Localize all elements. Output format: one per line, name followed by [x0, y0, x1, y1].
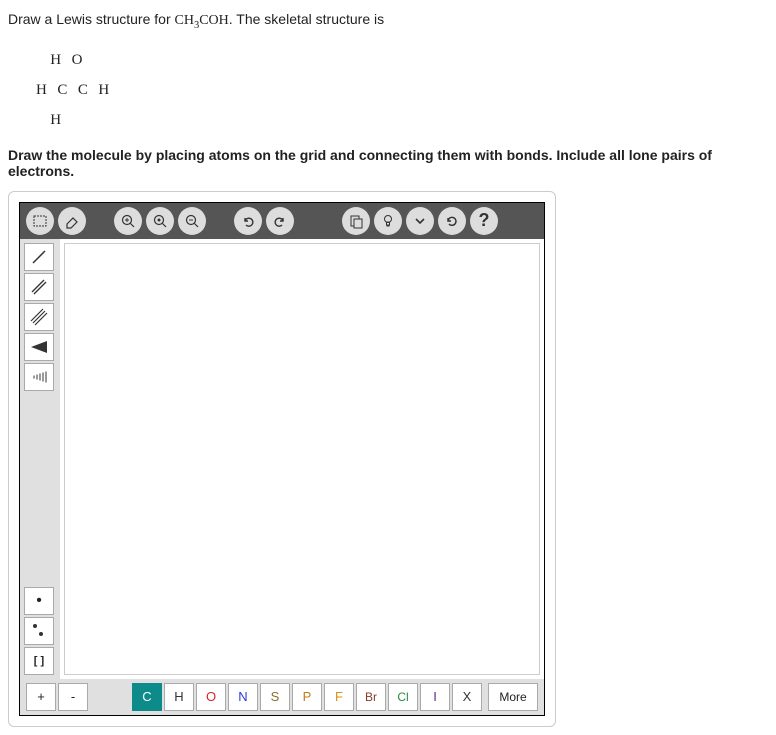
triple-bond-icon [29, 307, 49, 327]
marquee-button[interactable] [26, 207, 54, 235]
side-toolbar: • [ ] [20, 239, 60, 679]
zoom-out-icon [184, 213, 200, 229]
instruction-text: Draw the molecule by placing atoms on th… [8, 147, 768, 179]
paste-button[interactable] [342, 207, 370, 235]
chevron-down-icon [412, 213, 428, 229]
help-icon: ? [479, 210, 490, 231]
lone-pair-single-icon: • [36, 592, 42, 610]
editor-body: • [ ] [20, 239, 544, 679]
question-prefix: Draw a Lewis structure for [8, 11, 175, 27]
skeletal-row-2: H C C H [36, 75, 768, 105]
question-suffix: . The skeletal structure is [229, 11, 384, 27]
toolbar-top: ? [20, 203, 544, 239]
atom-p-button[interactable]: P [292, 683, 322, 711]
triple-bond-button[interactable] [24, 303, 54, 331]
atom-h-button[interactable]: H [164, 683, 194, 711]
wedge-solid-icon [31, 341, 47, 353]
atom-s-button[interactable]: S [260, 683, 290, 711]
skeletal-row-1: H O [36, 45, 768, 75]
reset-button[interactable] [438, 207, 466, 235]
skeletal-row-3: H [36, 105, 768, 135]
atom-n-button[interactable]: N [228, 683, 258, 711]
wedge-hashed-button[interactable] [24, 363, 54, 391]
reset-icon [444, 213, 460, 229]
zoom-in-button[interactable] [114, 207, 142, 235]
bracket-icon: [ ] [34, 655, 44, 667]
hint-icon [380, 213, 396, 229]
atom-x-button[interactable]: X [452, 683, 482, 711]
charge-plus-button[interactable]: + [26, 683, 56, 711]
atom-i-button[interactable]: I [420, 683, 450, 711]
bottom-toolbar: + - C H O N S P F Br Cl I X More [20, 679, 544, 715]
marquee-icon [32, 213, 48, 229]
undo-icon [240, 213, 256, 229]
atom-c-button[interactable]: C [132, 683, 162, 711]
lone-pair-double-button[interactable] [24, 617, 54, 645]
hint-button[interactable] [374, 207, 402, 235]
atom-cl-button[interactable]: Cl [388, 683, 418, 711]
expand-button[interactable] [406, 207, 434, 235]
question-text: Draw a Lewis structure for CH3COH. The s… [8, 8, 768, 35]
undo-button[interactable] [234, 207, 262, 235]
atom-f-button[interactable]: F [324, 683, 354, 711]
bracket-button[interactable]: [ ] [24, 647, 54, 675]
formula: CH3COH [175, 13, 229, 28]
molecule-editor: ? [19, 202, 545, 716]
single-bond-button[interactable] [24, 243, 54, 271]
atom-o-button[interactable]: O [196, 683, 226, 711]
skeletal-structure: H O H C C H H [36, 45, 768, 135]
help-button[interactable]: ? [470, 207, 498, 235]
zoom-fit-button[interactable] [146, 207, 174, 235]
redo-icon [272, 213, 288, 229]
editor-container: ? [8, 191, 556, 727]
wedge-hashed-icon [29, 369, 49, 385]
lone-pair-double-icon [25, 618, 53, 644]
charge-minus-button[interactable]: - [58, 683, 88, 711]
zoom-fit-icon [152, 213, 168, 229]
double-bond-button[interactable] [24, 273, 54, 301]
eraser-icon [64, 213, 80, 229]
eraser-button[interactable] [58, 207, 86, 235]
paste-icon [348, 213, 364, 229]
single-bond-icon [29, 247, 49, 267]
double-bond-icon [29, 277, 49, 297]
more-atoms-button[interactable]: More [488, 683, 538, 711]
zoom-out-button[interactable] [178, 207, 206, 235]
wedge-solid-button[interactable] [24, 333, 54, 361]
atom-br-button[interactable]: Br [356, 683, 386, 711]
zoom-in-icon [120, 213, 136, 229]
drawing-canvas[interactable] [64, 243, 540, 675]
redo-button[interactable] [266, 207, 294, 235]
lone-pair-single-button[interactable]: • [24, 587, 54, 615]
